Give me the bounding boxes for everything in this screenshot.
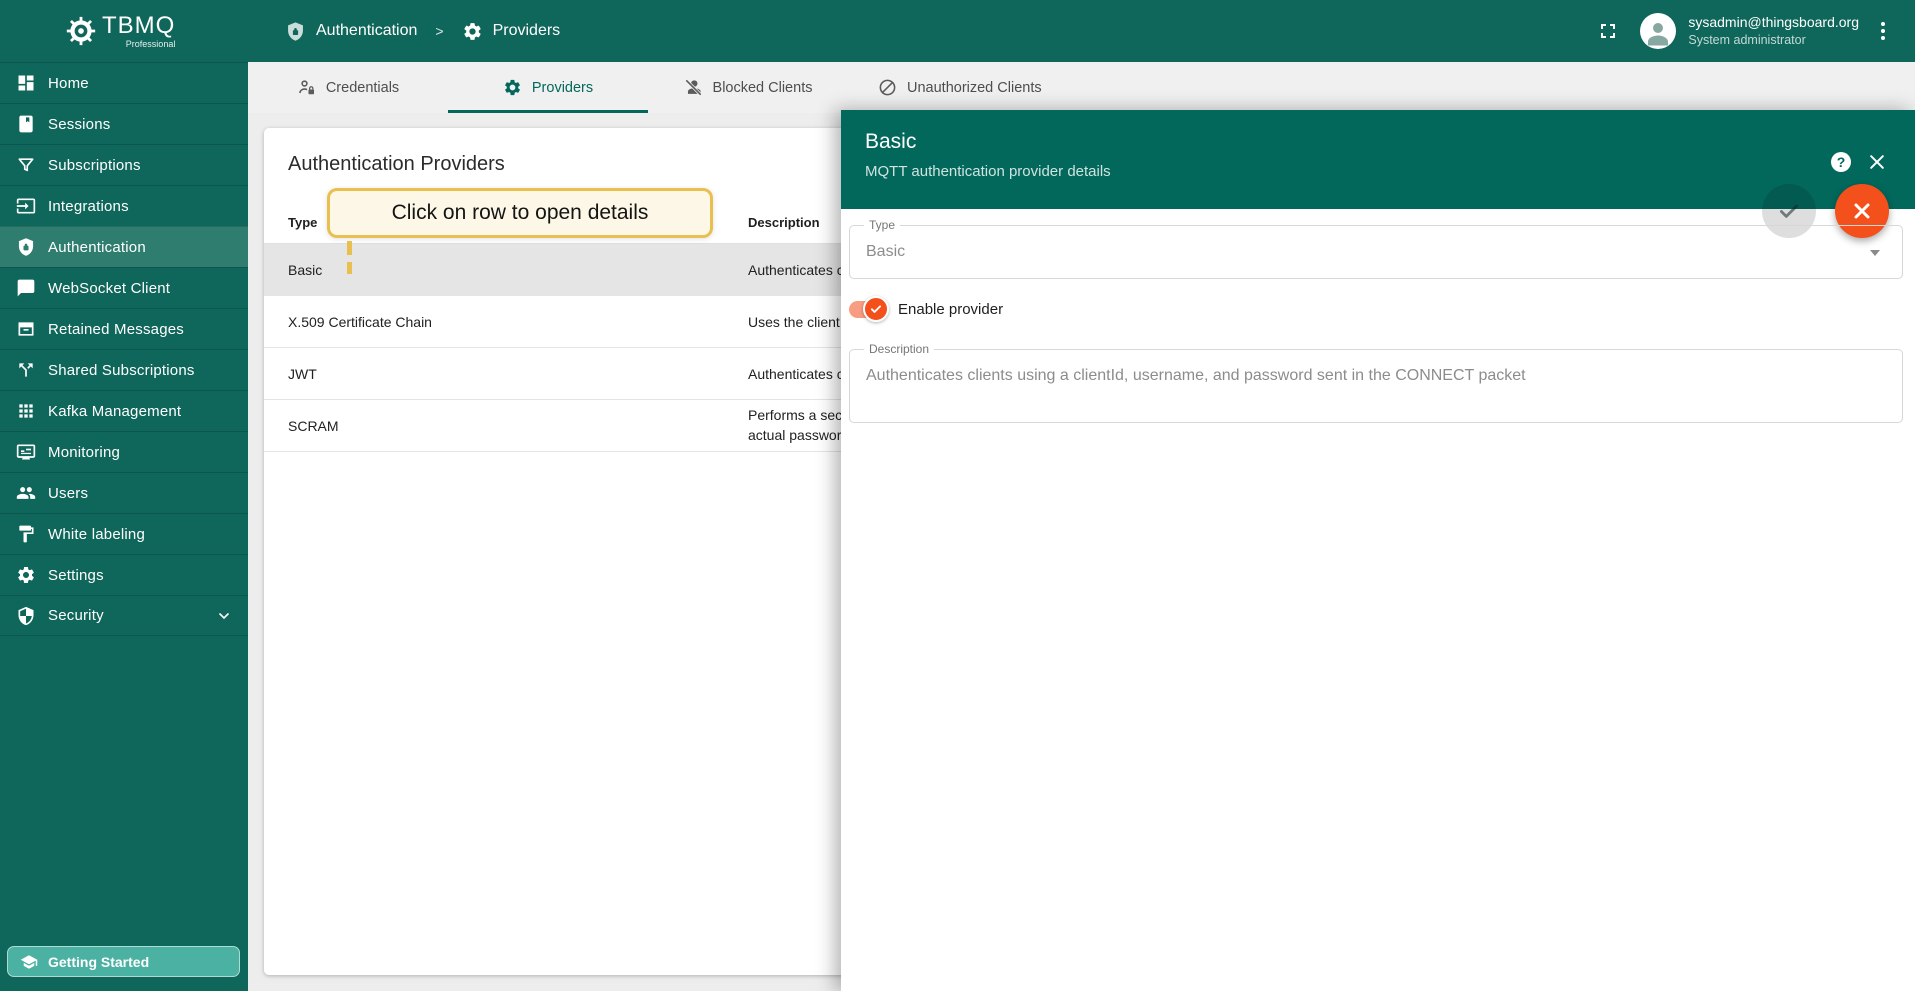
kebab-menu-icon[interactable] [1877,18,1889,44]
tooltip-pointer [347,241,352,274]
shield-lock-icon [285,21,306,42]
user-email: sysadmin@thingsboard.org [1688,14,1859,30]
school-icon [20,953,38,971]
gear-icon [16,565,36,585]
details-drawer: Basic MQTT authentication provider detai… [841,110,1915,991]
tab-bar: Credentials Providers Blocked Clients Un… [248,62,1915,113]
sidebar-item-subscriptions[interactable]: Subscriptions [0,144,248,185]
dropdown-arrow-icon [1870,250,1880,256]
toggle-thumb [863,296,889,322]
gear-icon [462,21,483,42]
book-icon [16,114,36,134]
sidebar-item-kafka-management[interactable]: Kafka Management [0,390,248,431]
row-hint-tooltip: Click on row to open details [327,188,713,238]
enable-provider-label: Enable provider [898,301,1003,318]
breadcrumb: Authentication > Providers [285,21,560,42]
user-info[interactable]: sysadmin@thingsboard.org System administ… [1688,14,1859,47]
archive-icon [16,319,36,339]
description-value: Authenticates clients using a clientId, … [850,350,1902,385]
description-label: Description [864,342,934,356]
sidebar: TBMQ Professional Home Sessions Subscrip… [0,0,248,991]
drawer-title: Basic [865,130,1915,154]
chat-icon [16,278,36,298]
brand-edition: Professional [126,40,176,49]
getting-started-button[interactable]: Getting Started [7,946,240,977]
shield-lock-icon [16,237,36,257]
close-icon[interactable] [1867,152,1887,172]
avatar[interactable] [1640,13,1676,49]
gear-icon [503,78,522,97]
monitor-icon [16,442,36,462]
topbar: Authentication > Providers sysadmin@thin… [248,0,1915,62]
breadcrumb-authentication[interactable]: Authentication [285,21,417,42]
sidebar-menu: Home Sessions Subscriptions Integrations… [0,62,248,636]
toggle-switch[interactable] [849,301,882,318]
chevron-down-icon[interactable] [216,608,232,624]
person-lock-icon [297,78,316,97]
sidebar-item-retained-messages[interactable]: Retained Messages [0,308,248,349]
call-split-icon [16,360,36,380]
block-icon [878,78,897,97]
fullscreen-icon[interactable] [1596,19,1620,43]
type-value: Basic [850,243,905,261]
user-role: System administrator [1688,33,1859,47]
apps-grid-icon [16,401,36,421]
sidebar-item-white-labeling[interactable]: White labeling [0,513,248,554]
tab-unauthorized-clients[interactable]: Unauthorized Clients [848,62,1072,113]
sidebar-item-security[interactable]: Security [0,595,248,636]
sidebar-item-sessions[interactable]: Sessions [0,103,248,144]
tab-credentials[interactable]: Credentials [248,62,448,113]
dashboard-icon [16,73,36,93]
help-icon[interactable]: ? [1831,152,1851,172]
sidebar-item-websocket-client[interactable]: WebSocket Client [0,267,248,308]
filter-icon [16,155,36,175]
tbmq-logo-icon [64,14,98,48]
sidebar-item-integrations[interactable]: Integrations [0,185,248,226]
enable-provider-toggle-row[interactable]: Enable provider [849,301,1003,318]
drawer-subtitle: MQTT authentication provider details [865,163,1915,180]
brand-logo[interactable]: TBMQ Professional [0,0,248,62]
sidebar-item-home[interactable]: Home [0,62,248,103]
type-label: Type [864,218,900,232]
group-icon [16,483,36,503]
sidebar-item-monitoring[interactable]: Monitoring [0,431,248,472]
tab-blocked-clients[interactable]: Blocked Clients [648,62,848,113]
breadcrumb-separator: > [435,23,443,39]
brand-name: TBMQ [102,14,175,38]
sidebar-item-settings[interactable]: Settings [0,554,248,595]
paint-icon [16,524,36,544]
breadcrumb-providers[interactable]: Providers [462,21,561,42]
sidebar-item-authentication[interactable]: Authentication [0,226,248,267]
drawer-header: Basic MQTT authentication provider detai… [841,110,1915,209]
sidebar-item-users[interactable]: Users [0,472,248,513]
tab-providers[interactable]: Providers [448,62,648,113]
sidebar-item-shared-subscriptions[interactable]: Shared Subscriptions [0,349,248,390]
shield-icon [16,606,36,626]
description-field[interactable]: Description Authenticates clients using … [849,349,1903,423]
person-off-icon [684,78,703,97]
input-icon [16,196,36,216]
type-select[interactable]: Type Basic [849,225,1903,279]
